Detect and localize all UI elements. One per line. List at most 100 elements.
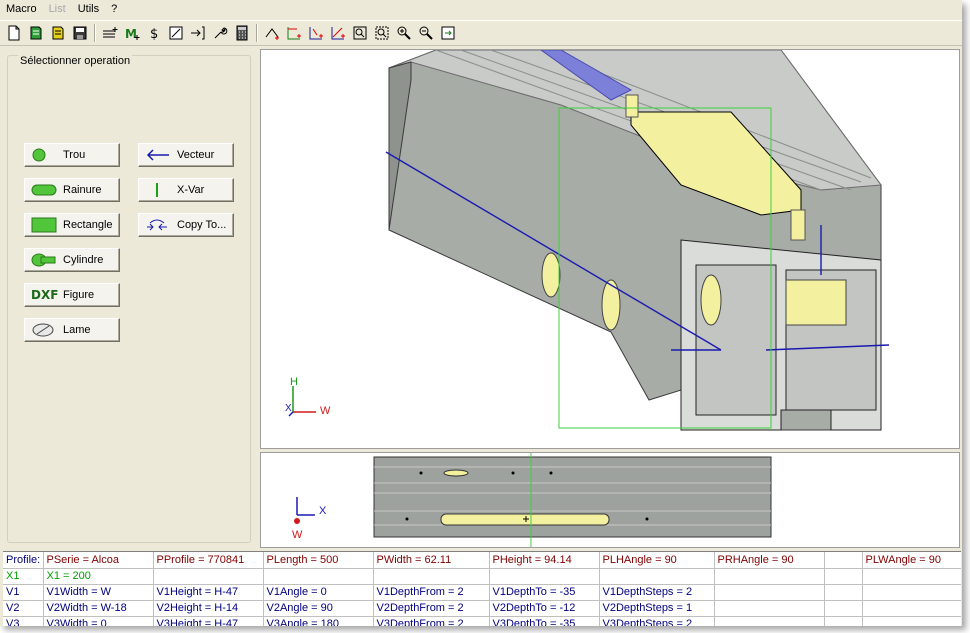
table-cell[interactable]: V3DepthSteps = 2 [599, 616, 715, 626]
table-cell[interactable]: PRHAngle = 90 [714, 552, 825, 569]
table-cell[interactable] [714, 616, 825, 626]
rainure-button[interactable]: Rainure [24, 178, 120, 202]
axis2d-x-label: X [319, 505, 327, 517]
table-cell[interactable]: V3DepthFrom = 2 [373, 616, 490, 626]
table-cell[interactable] [714, 584, 825, 601]
table-cell[interactable]: V2DepthTo = -12 [489, 600, 600, 617]
table-cell[interactable] [489, 568, 600, 585]
table-cell[interactable]: V3Width = 0 [43, 616, 154, 626]
x-var-label: X-Var [177, 184, 205, 196]
table-cell[interactable]: V3Height = H-47 [153, 616, 264, 626]
arrow-bracket-icon[interactable] [187, 22, 209, 44]
table-cell[interactable]: PLHAngle = 90 [599, 552, 715, 569]
rectangle-button[interactable]: Rectangle [24, 213, 120, 237]
row-header[interactable]: V1 [3, 584, 44, 601]
lame-button[interactable]: Lame [24, 318, 120, 342]
table-cell[interactable]: V1Width = W [43, 584, 154, 601]
save-icon[interactable] [69, 22, 91, 44]
table-cell[interactable]: PWidth = 62.11 [373, 552, 490, 569]
export-icon[interactable] [437, 22, 459, 44]
cylinder-icon [31, 252, 59, 268]
table-cell[interactable]: X1 = 200 [43, 568, 154, 585]
row-header[interactable]: V2 [3, 600, 44, 617]
table-row[interactable]: V1 V1Width = W V1Height = H-47 V1Angle = 0V… [3, 584, 961, 601]
table-cell[interactable] [862, 568, 961, 585]
parameter-grid[interactable]: Profile: PSerie = Alcoa PProfile = 770841 P… [3, 551, 961, 626]
open-icon[interactable] [25, 22, 47, 44]
figure-button[interactable]: DXF Figure [24, 283, 120, 307]
zoom-fit-icon[interactable] [371, 22, 393, 44]
table-cell[interactable] [824, 584, 863, 601]
x-var-button[interactable]: X-Var [138, 178, 234, 202]
copy-to-button[interactable]: Copy To... [138, 213, 234, 237]
table-cell[interactable]: V3DepthTo = -35 [489, 616, 600, 626]
new-icon[interactable] [3, 22, 25, 44]
table-cell[interactable]: PLength = 500 [263, 552, 374, 569]
table-cell[interactable]: V1DepthSteps = 2 [599, 584, 715, 601]
rainure-label: Rainure [63, 184, 102, 196]
table-cell[interactable] [714, 568, 825, 585]
menu-utils[interactable]: Utils [72, 0, 105, 19]
3d-viewport[interactable]: H W X [260, 49, 960, 449]
table-cell[interactable] [862, 616, 961, 626]
table-cell[interactable] [824, 568, 863, 585]
table-cell[interactable]: V1DepthTo = -35 [489, 584, 600, 601]
table-cell[interactable]: V2Height = H-14 [153, 600, 264, 617]
table-cell[interactable]: V1Angle = 0 [263, 584, 374, 601]
table-cell[interactable]: PProfile = 770841 [153, 552, 264, 569]
edit-icon[interactable] [165, 22, 187, 44]
profile-3d-drawing [288, 49, 890, 431]
table-cell[interactable] [824, 616, 863, 626]
wrench-icon[interactable] [209, 22, 231, 44]
table-cell[interactable] [153, 568, 264, 585]
table-row[interactable]: X1 X1 = 200 [3, 568, 961, 585]
table-cell[interactable]: V1DepthFrom = 2 [373, 584, 490, 601]
table-row[interactable]: V2 V2Width = W-18 V2Height = H-14 V2Angle =… [3, 600, 961, 617]
table-cell[interactable]: V2Width = W-18 [43, 600, 154, 617]
table-cell[interactable] [373, 568, 490, 585]
panel-title: Sélectionner operation [18, 55, 133, 67]
table-cell[interactable] [824, 552, 863, 569]
operation-panel: Sélectionner operation Trou Rainure Rect… [3, 49, 255, 547]
trou-button[interactable]: Trou [24, 143, 120, 167]
table-row[interactable]: V3 V3Width = 0 V3Height = H-47 V3Angle = 18… [3, 616, 961, 626]
table-cell[interactable]: V2Angle = 90 [263, 600, 374, 617]
table-cell[interactable] [862, 600, 961, 617]
table-cell[interactable] [714, 600, 825, 617]
line-add-icon[interactable] [99, 22, 121, 44]
view-front-icon[interactable] [283, 22, 305, 44]
view-top-icon[interactable] [327, 22, 349, 44]
2d-viewport[interactable]: X W [260, 452, 960, 548]
table-cell[interactable] [599, 568, 715, 585]
row-header[interactable]: X1 [3, 568, 44, 585]
zoom-window-icon[interactable] [349, 22, 371, 44]
table-cell[interactable]: PHeight = 94.14 [489, 552, 600, 569]
table-row[interactable]: Profile: PSerie = Alcoa PProfile = 770841 P… [3, 552, 961, 569]
rectangle-icon [31, 217, 59, 233]
zoom-in-icon[interactable] [393, 22, 415, 44]
vecteur-button[interactable]: Vecteur [138, 143, 234, 167]
table-cell[interactable]: V2DepthFrom = 2 [373, 600, 490, 617]
menu-list[interactable]: List [43, 0, 72, 19]
cylindre-button[interactable]: Cylindre [24, 248, 120, 272]
menu-help[interactable]: ? [105, 0, 123, 19]
table-cell[interactable] [263, 568, 374, 585]
row-header[interactable]: Profile: [3, 552, 44, 569]
table-cell[interactable]: V3Angle = 180 [263, 616, 374, 626]
menu-macro[interactable]: Macro [0, 0, 43, 19]
dollar-icon[interactable]: $ [143, 22, 165, 44]
row-header[interactable]: V3 [3, 616, 44, 626]
table-cell[interactable]: PSerie = Alcoa [43, 552, 154, 569]
table-cell[interactable] [862, 584, 961, 601]
macro-add-icon[interactable]: M [121, 22, 143, 44]
calculator-icon[interactable] [231, 22, 253, 44]
view-side-icon[interactable] [305, 22, 327, 44]
view-rotate-icon[interactable] [261, 22, 283, 44]
open-alt-icon[interactable] [47, 22, 69, 44]
zoom-out-icon[interactable] [415, 22, 437, 44]
table-cell[interactable] [824, 600, 863, 617]
table-cell[interactable]: V2DepthSteps = 1 [599, 600, 715, 617]
parameter-table: Profile: PSerie = Alcoa PProfile = 770841 P… [3, 552, 961, 626]
table-cell[interactable]: V1Height = H-47 [153, 584, 264, 601]
table-cell[interactable]: PLWAngle = 90 [862, 552, 961, 569]
